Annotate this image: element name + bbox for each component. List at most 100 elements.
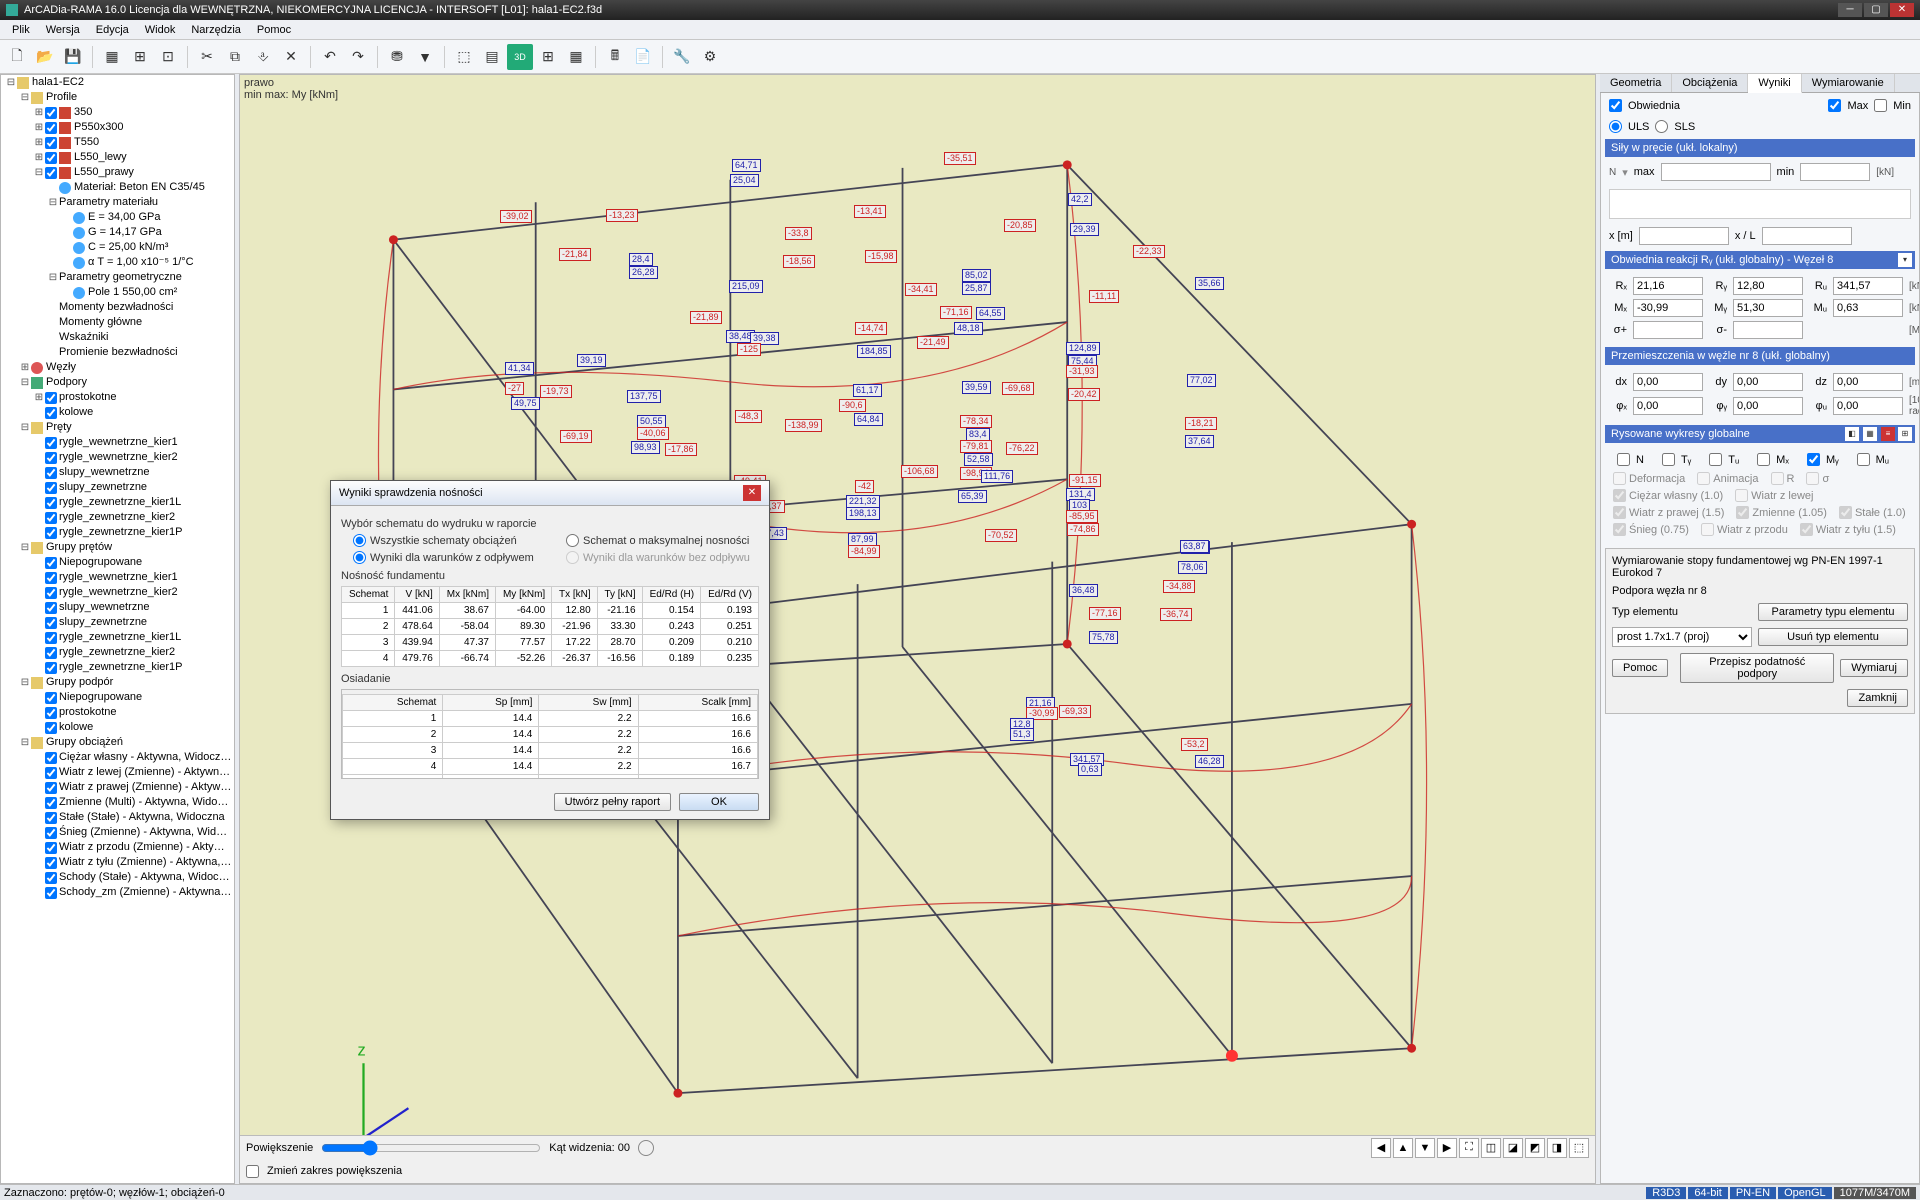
tree-item[interactable]: rygle_wewnetrzne_kier2 [1, 585, 234, 600]
full-report-button[interactable]: Utwórz pełny raport [554, 793, 671, 811]
tree-item[interactable]: Wiatr z przodu (Zmienne) - Aktywna, Wido… [1, 840, 234, 855]
tree-item[interactable]: ⊟Parametry materiału [1, 195, 234, 210]
tree-item[interactable]: slupy_wewnetrzne [1, 600, 234, 615]
tree-item[interactable]: Wiatr z lewej (Zmienne) - Aktywna, Widoc… [1, 765, 234, 780]
zoom-fit-icon[interactable]: ⛶ [1459, 1138, 1479, 1158]
dy-input[interactable] [1733, 373, 1803, 391]
menu-narzędzia[interactable]: Narzędzia [183, 22, 249, 38]
opt-drained[interactable] [353, 551, 366, 564]
xm-input[interactable] [1639, 227, 1729, 245]
tree-item[interactable]: ⊟Profile [1, 90, 234, 105]
diag-btn1-icon[interactable]: ◧ [1845, 427, 1859, 441]
my-input[interactable] [1733, 299, 1803, 317]
tree-item[interactable]: Niepogrupowane [1, 555, 234, 570]
opt-all-schemes[interactable] [353, 534, 366, 547]
params-button[interactable]: Parametry typu elementu [1758, 603, 1908, 621]
view-xy-icon[interactable]: ◫ [1481, 1138, 1501, 1158]
tree-item[interactable]: rygle_wewnetrzne_kier2 [1, 450, 234, 465]
tree-item[interactable]: slupy_wewnetrzne [1, 465, 234, 480]
tree-item[interactable]: ⊟hala1-EC2 [1, 75, 234, 90]
copy-stiffness-button[interactable]: Przepisz podatność podpory [1680, 653, 1834, 683]
close-button[interactable]: ✕ [1890, 3, 1914, 17]
maximize-button[interactable]: ▢ [1864, 3, 1888, 17]
grid-icon[interactable]: ▦ [99, 44, 125, 70]
menu-plik[interactable]: Plik [4, 22, 38, 38]
nav-right-icon[interactable]: ▶ [1437, 1138, 1457, 1158]
diag-check-Mₓ[interactable] [1757, 453, 1770, 466]
nav-up-icon[interactable]: ▲ [1393, 1138, 1413, 1158]
tree-item[interactable]: kolowe [1, 405, 234, 420]
tree-item[interactable]: Promienie bezwładności [1, 345, 234, 360]
tab-wymiarowanie[interactable]: Wymiarowanie [1802, 74, 1895, 92]
tab-obciążenia[interactable]: Obciążenia [1672, 74, 1748, 92]
max-checkbox[interactable] [1828, 99, 1841, 112]
undo-icon[interactable]: ↶ [317, 44, 343, 70]
tree-item[interactable]: Pole 1 550,00 cm² [1, 285, 234, 300]
table-row[interactable]: 3439.9447.3777.5717.2228.700.2090.210 [342, 635, 759, 651]
tree-item[interactable]: rygle_zewnetrzne_kier1P [1, 660, 234, 675]
sigp-input[interactable] [1633, 321, 1703, 339]
tree-item[interactable]: Wiatr z tyłu (Zmienne) - Aktywna, Widocz… [1, 855, 234, 870]
diag-check-Tᵧ[interactable] [1662, 453, 1675, 466]
tree-item[interactable]: Śnieg (Zmienne) - Aktywna, Widoczna [1, 825, 234, 840]
delete-icon[interactable]: ✕ [278, 44, 304, 70]
table-row[interactable]: 4479.76-66.74-52.26-26.37-16.560.1890.23… [342, 651, 759, 667]
sls-radio[interactable] [1655, 120, 1668, 133]
tree-item[interactable]: Momenty główne [1, 315, 234, 330]
tree-item[interactable]: Wskaźniki [1, 330, 234, 345]
tree-item[interactable]: ⊞L550_lewy [1, 150, 234, 165]
tree-item[interactable]: α T = 1,00 x10⁻⁵ 1/°C [1, 255, 234, 270]
dz-input[interactable] [1833, 373, 1903, 391]
help-button[interactable]: Pomoc [1612, 659, 1668, 677]
view-persp-icon[interactable]: ⬚ [1569, 1138, 1589, 1158]
view-yz-icon[interactable]: ◩ [1525, 1138, 1545, 1158]
tree-item[interactable]: ⊟Parametry geometryczne [1, 270, 234, 285]
groups-icon[interactable]: ▤ [479, 44, 505, 70]
min-force-input[interactable] [1800, 163, 1870, 181]
tree-item[interactable]: ⊞350 [1, 105, 234, 120]
menu-edycja[interactable]: Edycja [88, 22, 137, 38]
copy-icon[interactable]: ⧉ [222, 44, 248, 70]
xl-input[interactable] [1762, 227, 1852, 245]
view-xz-icon[interactable]: ◪ [1503, 1138, 1523, 1158]
3d-icon[interactable]: 3D [507, 44, 533, 70]
redo-icon[interactable]: ↷ [345, 44, 371, 70]
tab-geometria[interactable]: Geometria [1600, 74, 1672, 92]
menu-pomoc[interactable]: Pomoc [249, 22, 299, 38]
envelope-checkbox[interactable] [1609, 99, 1622, 112]
tree-item[interactable]: E = 34,00 GPa [1, 210, 234, 225]
diag-btn3-icon[interactable]: ≡ [1881, 427, 1895, 441]
tree-item[interactable]: ⊟Grupy obciążeń [1, 735, 234, 750]
diag-check-Mᵤ[interactable] [1857, 453, 1870, 466]
table-row[interactable]: 114.42.216.6 [343, 711, 758, 727]
project-tree[interactable]: ⊟hala1-EC2⊟Profile⊞350⊞P550x300⊞T550⊞L55… [0, 74, 235, 1184]
report-icon[interactable]: 📄 [630, 44, 656, 70]
min-checkbox[interactable] [1874, 99, 1887, 112]
tree-item[interactable]: rygle_zewnetrzne_kier1L [1, 495, 234, 510]
diag-check-Tᵤ[interactable] [1709, 453, 1722, 466]
dx-input[interactable] [1633, 373, 1703, 391]
snap-icon[interactable]: ⊡ [155, 44, 181, 70]
angle-dial-icon[interactable] [638, 1140, 654, 1156]
dialog-close-icon[interactable]: ✕ [743, 485, 761, 501]
minimize-button[interactable]: ─ [1838, 3, 1862, 17]
axes-icon[interactable]: ⊞ [127, 44, 153, 70]
diag-check-Mᵧ[interactable] [1807, 453, 1820, 466]
tree-item[interactable]: ⊟Grupy podpór [1, 675, 234, 690]
table-row[interactable]: 519.42.221.6 [343, 775, 758, 780]
table-row[interactable]: 1441.0638.67-64.0012.80-21.160.1540.193 [342, 603, 759, 619]
tree-item[interactable]: G = 14,17 GPa [1, 225, 234, 240]
tree-item[interactable]: slupy_zewnetrzne [1, 480, 234, 495]
tree-item[interactable]: Materiał: Beton EN C35/45 [1, 180, 234, 195]
tree-item[interactable]: ⊞Węzły [1, 360, 234, 375]
tree-item[interactable]: rygle_wewnetrzne_kier1 [1, 435, 234, 450]
loads-icon[interactable]: ⬚ [451, 44, 477, 70]
diag-btn2-icon[interactable]: ▦ [1863, 427, 1877, 441]
filter-icon[interactable]: ⛃ [384, 44, 410, 70]
table-row[interactable]: 314.42.216.6 [343, 743, 758, 759]
new-icon[interactable]: 🗋 [4, 44, 30, 70]
diag-check-N[interactable] [1617, 453, 1630, 466]
reactions-dropdown-icon[interactable]: ▾ [1898, 253, 1912, 267]
element-type-select[interactable]: prost 1.7x1.7 (proj) [1612, 627, 1752, 647]
fy-input[interactable] [1733, 397, 1803, 415]
